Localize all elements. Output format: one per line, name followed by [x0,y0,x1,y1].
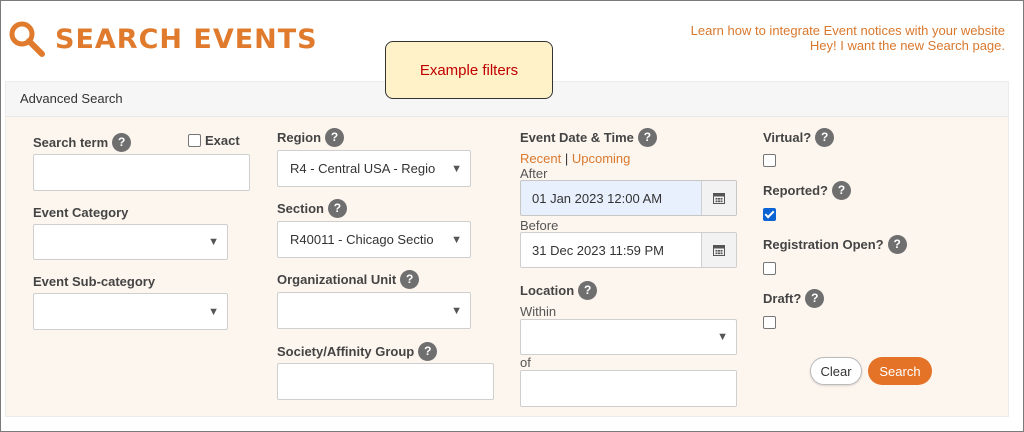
virtual-label: Virtual? ? [763,128,835,147]
virtual-checkbox[interactable] [763,154,776,167]
help-icon[interactable]: ? [400,270,420,289]
help-icon[interactable]: ? [887,235,907,254]
event-subcategory-select[interactable]: ▼ [33,293,228,330]
location-of-input[interactable] [520,370,737,407]
help-icon[interactable]: ? [578,281,598,300]
event-date-label: Event Date & Time ? [520,128,657,147]
top-links: Learn how to integrate Event notices wit… [691,23,1005,53]
page-title: SEARCH EVENTS [55,23,318,55]
society-input[interactable] [277,363,494,400]
chevron-down-icon: ▼ [208,236,219,248]
before-date-input[interactable]: 31 Dec 2023 11:59 PM [520,232,737,268]
event-category-label: Event Category [33,205,129,220]
preset-separator: | [564,151,569,166]
draft-checkbox[interactable] [763,316,776,329]
reported-label: Reported? ? [763,181,851,200]
chevron-down-icon: ▼ [451,233,462,246]
registration-open-checkbox[interactable] [763,262,776,275]
draft-label: Draft? ? [763,289,825,308]
exact-checkbox[interactable] [188,134,201,147]
search-term-label: Search term ? [33,133,132,152]
search-button[interactable]: Search [868,357,932,385]
within-label: Within [520,304,557,319]
search-icon [7,19,47,59]
help-icon[interactable]: ? [327,199,347,218]
search-term-input[interactable] [33,154,250,191]
within-select[interactable]: ▼ [520,319,737,355]
org-unit-label: Organizational Unit ? [277,270,420,289]
after-label: After [520,166,548,181]
new-search-link[interactable]: Hey! I want the new Search page. [691,38,1005,53]
region-select[interactable]: R4 - Central USA - Regio ▼ [277,150,471,187]
page-frame: SEARCH EVENTS Learn how to integrate Eve… [0,0,1024,432]
help-icon[interactable]: ? [805,289,825,308]
location-label: Location ? [520,281,598,300]
chevron-down-icon: ▼ [451,162,462,175]
exact-option[interactable]: Exact [188,133,240,148]
help-icon[interactable]: ? [637,128,657,147]
registration-open-label: Registration Open? ? [763,235,907,254]
example-filters-callout: Example filters [385,41,553,99]
help-icon[interactable]: ? [112,133,132,152]
chevron-down-icon: ▼ [208,305,219,318]
reported-checkbox[interactable] [763,208,776,221]
region-label: Region ? [277,128,345,147]
society-label: Society/Affinity Group ? [277,342,438,361]
event-subcategory-label: Event Sub-category [33,274,156,289]
org-unit-select[interactable]: ▼ [277,292,471,329]
date-presets: Recent | Upcoming [520,151,630,166]
section-select[interactable]: R40011 - Chicago Sectio ▼ [277,221,471,258]
help-icon[interactable]: ? [832,181,851,200]
integrate-link[interactable]: Learn how to integrate Event notices wit… [691,23,1005,38]
chevron-down-icon: ▼ [451,304,462,317]
help-icon[interactable]: ? [418,342,438,361]
page-header: SEARCH EVENTS [7,19,318,59]
before-label: Before [520,218,559,233]
event-category-select[interactable]: ▼ [33,224,228,260]
clear-button[interactable]: Clear [810,357,862,385]
recent-link[interactable]: Recent [520,151,561,166]
section-label: Section ? [277,199,347,218]
calendar-icon[interactable] [701,233,736,267]
help-icon[interactable]: ? [325,128,345,147]
upcoming-link[interactable]: Upcoming [572,151,631,166]
of-label: of [520,355,531,370]
chevron-down-icon: ▼ [717,331,728,343]
help-icon[interactable]: ? [815,128,835,147]
after-date-input[interactable]: 01 Jan 2023 12:00 AM [520,180,737,216]
calendar-icon[interactable] [701,181,736,215]
